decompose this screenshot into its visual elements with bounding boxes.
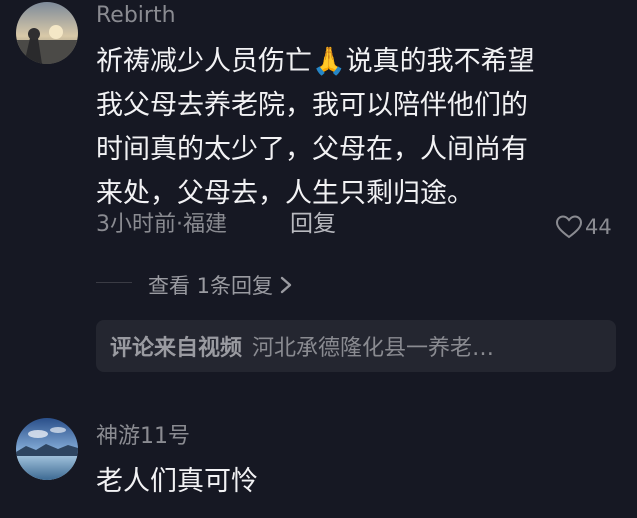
view-replies-button[interactable]: 查看 1条回复 [148,270,293,300]
like-count: 44 [585,215,612,239]
comment-text: 祈祷减少人员伤亡🙏说真的我不希望 我父母去养老院，我可以陪伴他们的 时间真的太少… [96,40,535,216]
source-video-title: 河北承德隆化县一养老… [252,336,495,361]
comment-text-line: 时间真的太少了，父母在，人间尚有 [96,134,528,165]
chevron-right-icon [280,276,292,294]
like-button[interactable]: 44 [556,215,612,239]
divider [96,282,132,283]
heart-icon [556,215,582,239]
avatar[interactable] [16,2,78,64]
video-source-card[interactable]: 评论来自视频 河北承德隆化县一养老… [96,320,616,372]
source-label: 评论来自视频 [110,336,243,361]
comment-username[interactable]: 神游11号 [96,426,190,448]
comment-text-line: 祈祷减少人员伤亡🙏说真的我不希望 [96,46,535,77]
comment-text: 老人们真可怜 [96,466,258,497]
comment-text-line: 来处，父母去，人生只剩归途。 [96,178,474,209]
comment-username[interactable]: Rebirth [96,5,176,27]
lake-landscape-avatar-icon [16,418,78,480]
reply-button[interactable]: 回复 [290,213,336,236]
comment-meta: 3小时前·福建 [96,212,227,237]
view-replies-label: 查看 1条回复 [148,274,274,298]
sunset-avatar-icon [16,2,78,64]
avatar[interactable] [16,418,78,480]
comment-text-line: 我父母去养老院，我可以陪伴他们的 [96,90,528,121]
